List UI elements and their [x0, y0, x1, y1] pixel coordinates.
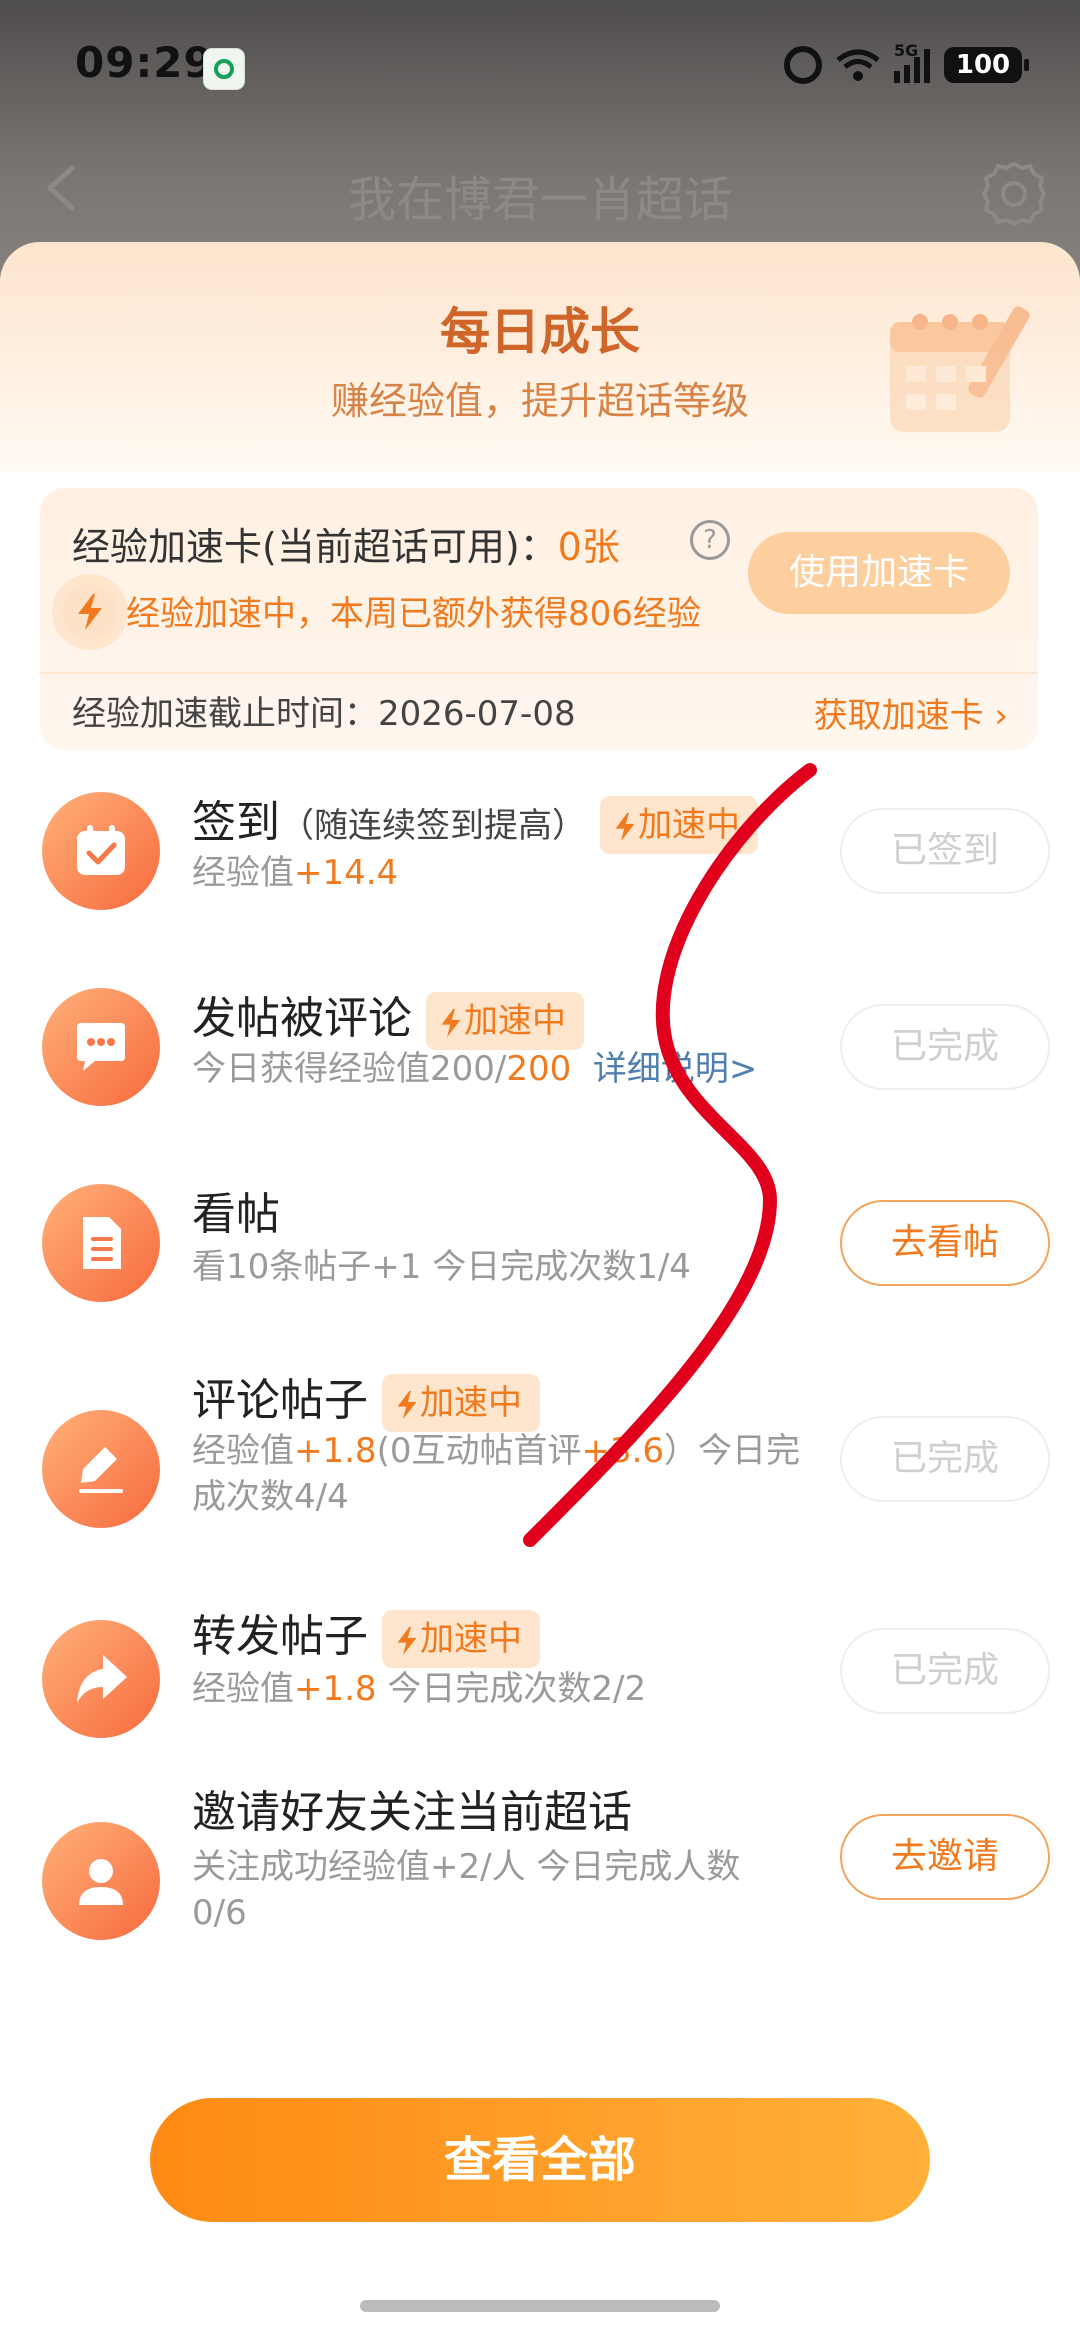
boost-card-count: 0张: [557, 525, 620, 569]
use-boost-card-button[interactable]: 使用加速卡: [748, 532, 1010, 614]
page-title: 我在博君一肖超话: [347, 172, 732, 228]
desc-value: +1.8: [294, 1431, 377, 1471]
desc-value: +3.6: [581, 1431, 665, 1471]
carrier-app-icon: [203, 48, 245, 90]
boosting-badge: 加速中: [382, 1610, 540, 1668]
get-boost-card-label: 获取加速卡: [813, 696, 984, 736]
details-link[interactable]: 详细说明>: [593, 1049, 758, 1089]
badge-label: 加速中: [464, 1001, 566, 1041]
wifi-icon: [836, 48, 880, 82]
desc-value: +1.8: [294, 1669, 377, 1709]
alarm-icon: [784, 46, 822, 84]
cellular-signal-icon: 5G: [894, 41, 930, 83]
task-description: 关注成功经验值+2/人 今日完成人数 0/6: [192, 1844, 740, 1936]
battery-icon: 100: [944, 47, 1029, 83]
task-title: 邀请好友关注当前超话: [192, 1787, 632, 1838]
badge-label: 加速中: [420, 1383, 522, 1423]
chat-bubble-icon: [42, 988, 160, 1106]
network-type: 5G: [894, 41, 919, 60]
boost-card-label: 经验加速卡(当前超话可用)：: [72, 525, 558, 569]
go-view-posts-button[interactable]: 去看帖: [840, 1200, 1050, 1286]
task-title: 发帖被评论 加速中: [192, 982, 584, 1050]
share-arrow-icon: [42, 1620, 160, 1738]
desc-text: 今日获得经验值200/: [192, 1049, 507, 1089]
status-bar: 09:29 5G 100: [0, 0, 1080, 140]
task-title: 签到（随连续签到提高） 加速中: [192, 786, 758, 854]
task-title-text: 签到: [192, 797, 280, 848]
view-all-button[interactable]: 查看全部: [150, 2098, 930, 2222]
task-title-text: 评论帖子: [192, 1375, 368, 1426]
task-title: 评论帖子 加速中: [192, 1364, 540, 1432]
desc-text: (0互动帖首评: [376, 1431, 582, 1471]
task-title-text: 发帖被评论: [192, 993, 412, 1044]
user-icon: [42, 1822, 160, 1940]
get-boost-card-link[interactable]: 获取加速卡 ›: [814, 688, 1008, 737]
completed-button[interactable]: 已完成: [840, 1004, 1050, 1090]
checked-in-button[interactable]: 已签到: [840, 808, 1050, 894]
go-invite-button[interactable]: 去邀请: [840, 1814, 1050, 1900]
lightning-icon: [397, 1626, 417, 1656]
daily-growth-sheet: 每日成长 赚经验值，提升超话等级 经验加速卡(当前超话可用)：0张 ? 使用加速…: [0, 242, 1080, 2337]
desc-text: 经验值: [192, 853, 294, 893]
lightning-icon: [62, 584, 118, 640]
calendar-illustration-icon: [870, 282, 1040, 452]
task-description: 经验值+1.8(0互动帖首评+3.6）今日完成次数4/4: [192, 1428, 800, 1520]
sheet-header: 每日成长 赚经验值，提升超话等级: [0, 242, 1080, 472]
task-title: 看帖: [192, 1189, 280, 1240]
task-note: （随连续签到提高）: [280, 806, 586, 846]
edit-pencil-icon: [42, 1410, 160, 1528]
document-icon: [42, 1184, 160, 1302]
divider: [40, 672, 1038, 674]
desc-text: 0/6: [192, 1893, 247, 1933]
calendar-check-icon: [42, 792, 160, 910]
lightning-icon: [441, 1008, 461, 1038]
desc-text: 成次数4/4: [192, 1477, 349, 1517]
boosting-badge: 加速中: [382, 1374, 540, 1432]
gear-icon[interactable]: [978, 158, 1050, 230]
home-indicator[interactable]: [360, 2300, 720, 2312]
task-title: 转发帖子 加速中: [192, 1600, 540, 1668]
task-title-text: 转发帖子: [192, 1611, 368, 1662]
desc-text: 经验值: [192, 1669, 294, 1709]
desc-text: 今日完成次数2/2: [376, 1669, 647, 1709]
task-description: 今日获得经验值200/200 详细说明>: [192, 1046, 757, 1092]
task-description: 经验值+1.8 今日完成次数2/2: [192, 1666, 646, 1712]
acceleration-card-panel: 经验加速卡(当前超话可用)：0张 ? 使用加速卡 经验加速中，本周已额外获得80…: [40, 488, 1038, 750]
task-description: 看10条帖子+1 今日完成次数1/4: [192, 1247, 691, 1287]
boosting-badge: 加速中: [600, 796, 758, 854]
nav-bar: 我在博君一肖超话: [0, 140, 1080, 240]
desc-text: 关注成功经验值+2/人 今日完成人数: [192, 1847, 741, 1887]
boost-deadline: 经验加速截止时间：2026-07-08: [72, 694, 576, 734]
completed-button[interactable]: 已完成: [840, 1628, 1050, 1714]
boost-card-title: 经验加速卡(当前超话可用)：0张: [72, 516, 620, 571]
desc-value: 200: [506, 1049, 572, 1089]
task-description: 经验值+14.4: [192, 850, 398, 896]
desc-text: 经验值: [192, 1431, 294, 1471]
chevron-right-icon: ›: [994, 696, 1008, 736]
completed-button[interactable]: 已完成: [840, 1416, 1050, 1502]
boosting-badge: 加速中: [426, 992, 584, 1050]
badge-label: 加速中: [638, 805, 740, 845]
desc-text: ）今日完: [664, 1431, 801, 1471]
lightning-icon: [397, 1390, 417, 1420]
help-icon[interactable]: ?: [690, 520, 730, 560]
lightning-icon: [615, 812, 635, 842]
status-time: 09:29: [75, 38, 214, 87]
badge-label: 加速中: [420, 1619, 522, 1659]
boost-status-text: 经验加速中，本周已额外获得806经验: [126, 594, 701, 634]
desc-value: +14.4: [294, 853, 399, 893]
